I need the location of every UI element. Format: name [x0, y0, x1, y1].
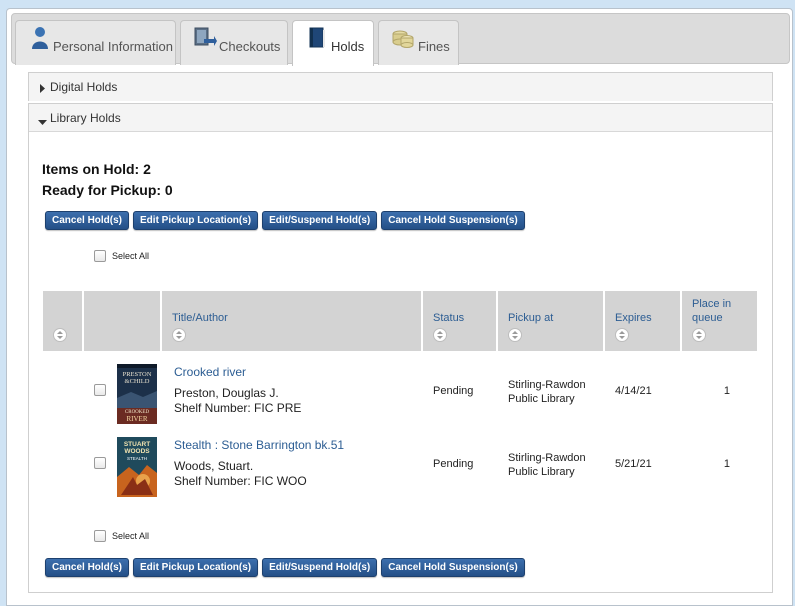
svg-text:STEALTH: STEALTH	[127, 456, 147, 461]
book-icon	[305, 26, 329, 50]
library-holds-label: Library Holds	[50, 111, 121, 125]
book-cover-image[interactable]: STUART WOODS STEALTH	[117, 437, 157, 497]
edit-suspend-holds-button[interactable]: Edit/Suspend Hold(s)	[262, 211, 378, 230]
cancel-hold-suspension-button[interactable]: Cancel Hold Suspension(s)	[381, 558, 525, 577]
library-holds-header[interactable]: Library Holds	[29, 104, 772, 132]
caret-right-icon	[40, 82, 46, 96]
tab-label: Personal Information	[53, 39, 173, 54]
column-label: Title/Author	[172, 312, 228, 324]
digital-holds-header[interactable]: Digital Holds	[29, 73, 772, 101]
digital-holds-section: Digital Holds	[28, 72, 773, 101]
hold-pickup-location: Stirling-Rawdon Public Library	[508, 451, 586, 479]
cancel-holds-button[interactable]: Cancel Hold(s)	[45, 211, 130, 230]
sort-icon	[692, 328, 706, 342]
column-label: Place in queue	[692, 298, 732, 324]
tab-checkouts[interactable]: Checkouts	[180, 20, 288, 65]
hold-expires: 5/21/21	[615, 458, 652, 470]
pickup-line: Public Library	[508, 393, 575, 405]
column-header-place-in-queue[interactable]: Place in queue	[682, 291, 757, 351]
tab-label: Checkouts	[219, 39, 281, 54]
svg-text:PRESTON: PRESTON	[123, 371, 152, 378]
holds-actions-top: Cancel Hold(s) Edit Pickup Location(s) E…	[45, 211, 525, 230]
svg-text:WOODS: WOODS	[124, 448, 150, 455]
tab-holds[interactable]: Holds	[292, 20, 374, 66]
account-panel: Personal Information Checkouts Holds Fin…	[6, 8, 793, 606]
ready-for-pickup-count: Ready for Pickup: 0	[42, 182, 173, 198]
svg-text:&CHILD: &CHILD	[125, 378, 150, 385]
row-checkbox[interactable]	[94, 384, 106, 396]
hold-title-link[interactable]: Crooked river	[174, 365, 246, 379]
column-header-cover	[84, 291, 160, 351]
table-row: STUART WOODS STEALTH Stealth : Stone Bar…	[43, 429, 759, 497]
digital-holds-label: Digital Holds	[50, 80, 118, 94]
tab-label: Holds	[331, 39, 365, 54]
column-label: Pickup at	[508, 312, 554, 324]
column-label: Expires	[615, 312, 652, 324]
sort-icon	[615, 328, 629, 342]
edit-pickup-location-button[interactable]: Edit Pickup Location(s)	[133, 211, 259, 230]
book-cover-image[interactable]: PRESTON &CHILD CROOKED RIVER	[117, 364, 157, 424]
select-all-checkbox[interactable]	[94, 530, 106, 542]
cancel-hold-suspension-button[interactable]: Cancel Hold Suspension(s)	[381, 211, 525, 230]
hold-queue-position: 1	[723, 458, 730, 470]
tab-bar: Personal Information Checkouts Holds Fin…	[11, 13, 790, 66]
edit-suspend-holds-button[interactable]: Edit/Suspend Hold(s)	[262, 558, 378, 577]
sort-icon	[172, 328, 186, 342]
column-header-select[interactable]	[43, 291, 82, 351]
cancel-holds-button[interactable]: Cancel Hold(s)	[45, 558, 130, 577]
coins-icon	[391, 26, 415, 50]
select-all-label: Select All	[112, 251, 150, 261]
hold-expires: 4/14/21	[615, 385, 652, 397]
items-on-hold-count: Items on Hold: 2	[42, 161, 151, 177]
hold-shelf-number: Shelf Number: FIC WOO	[174, 474, 307, 488]
pickup-line: Stirling-Rawdon	[508, 452, 586, 464]
checkout-icon	[193, 26, 217, 50]
sort-icon	[53, 328, 67, 342]
select-all-checkbox[interactable]	[94, 250, 106, 262]
hold-queue-position: 1	[723, 385, 730, 397]
row-checkbox[interactable]	[94, 457, 106, 469]
column-header-expires[interactable]: Expires	[605, 291, 680, 351]
person-icon	[28, 26, 52, 50]
hold-shelf-number: Shelf Number: FIC PRE	[174, 401, 302, 415]
hold-pickup-location: Stirling-Rawdon Public Library	[508, 378, 586, 406]
library-holds-section: Library Holds Items on Hold: 2 Ready for…	[28, 103, 773, 593]
select-all-label: Select All	[112, 531, 150, 541]
hold-author: Preston, Douglas J.	[174, 386, 279, 400]
holds-table-header: Title/Author Status Pickup at Expires Pl…	[43, 291, 759, 351]
column-label: Status	[433, 312, 465, 324]
svg-text:STUART: STUART	[124, 441, 150, 448]
holds-actions-bottom: Cancel Hold(s) Edit Pickup Location(s) E…	[45, 558, 525, 577]
hold-status: Pending	[433, 385, 474, 397]
edit-pickup-location-button[interactable]: Edit Pickup Location(s)	[133, 558, 259, 577]
hold-status: Pending	[433, 458, 474, 470]
svg-text:RIVER: RIVER	[127, 415, 148, 423]
caret-down-icon	[38, 115, 47, 129]
tab-label: Fines	[418, 39, 450, 54]
tab-fines[interactable]: Fines	[378, 20, 459, 65]
hold-author: Woods, Stuart.	[174, 459, 254, 473]
column-header-title-author[interactable]: Title/Author	[162, 291, 421, 351]
sort-icon	[433, 328, 447, 342]
sort-icon	[508, 328, 522, 342]
column-header-pickup-at[interactable]: Pickup at	[498, 291, 603, 351]
column-header-status[interactable]: Status	[423, 291, 496, 351]
hold-title-link[interactable]: Stealth : Stone Barrington bk.51	[174, 438, 344, 452]
pickup-line: Public Library	[508, 466, 575, 478]
table-row: PRESTON &CHILD CROOKED RIVER Crooked riv…	[43, 356, 759, 424]
tab-personal-information[interactable]: Personal Information	[15, 20, 176, 65]
pickup-line: Stirling-Rawdon	[508, 379, 586, 391]
